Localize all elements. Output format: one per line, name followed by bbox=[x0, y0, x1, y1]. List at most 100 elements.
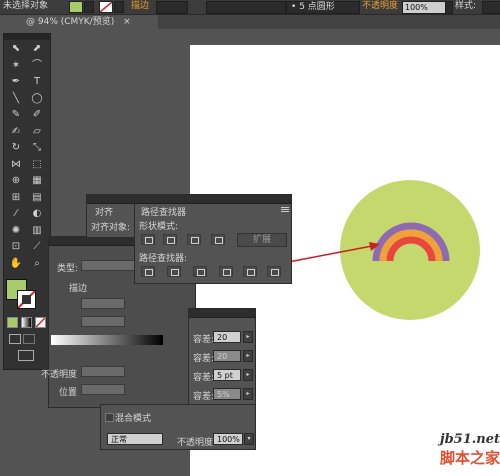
control-bar: 未选择对象 描边 • 5 点圆形 不透明度 100% 样式: bbox=[0, 0, 500, 15]
artboard-tool-icon[interactable]: ⊡ bbox=[8, 240, 24, 254]
no-stroke-icon bbox=[18, 291, 35, 308]
scale-tool-icon[interactable]: ⤡ bbox=[29, 141, 45, 155]
transparency-opacity-dropdown[interactable]: ▾ bbox=[244, 433, 254, 445]
draw-normal-icon[interactable] bbox=[9, 334, 21, 344]
panel-menu-icon[interactable] bbox=[281, 206, 289, 212]
screen-mode-icon[interactable] bbox=[18, 350, 34, 361]
zoom-tool-icon[interactable]: ⌕ bbox=[29, 257, 45, 271]
tolerance-dropdown[interactable]: ▸ bbox=[243, 350, 253, 362]
opacity-dropdown[interactable] bbox=[81, 366, 125, 377]
perspective-grid-tool-icon[interactable]: ▦ bbox=[29, 174, 45, 188]
gradient-tool-icon[interactable]: ▤ bbox=[29, 191, 45, 205]
tolerance-dropdown[interactable]: ▸ bbox=[243, 331, 253, 343]
tools-panel: ⬉ ⬈ ✶ ⌒ ✒ T ╲ ◯ ✎ ✐ ✍ ▱ ↻ ⤡ ⋈ ⬚ ⊕ ▦ ⊞ ▤ ⁄ ◐ ✺ ▥ ⊡ ⟋ ✋ ⌕ bbox=[3, 33, 51, 370]
variable-width-dropdown[interactable] bbox=[206, 1, 286, 14]
crop-button[interactable] bbox=[219, 266, 233, 277]
tolerance-field[interactable]: 20 bbox=[213, 331, 241, 343]
rotate-tool-icon[interactable]: ↻ bbox=[8, 141, 24, 155]
transparency-opacity-field[interactable]: 100% bbox=[213, 433, 243, 445]
magic-wand-tool-icon[interactable]: ✶ bbox=[8, 59, 24, 73]
stroke-field-1[interactable] bbox=[81, 298, 125, 309]
minus-back-button[interactable] bbox=[267, 266, 281, 277]
stroke-dropdown[interactable] bbox=[114, 1, 124, 13]
ellipse-tool-icon[interactable]: ◯ bbox=[29, 92, 45, 106]
pathfinder-tab[interactable]: 路径查找器 bbox=[141, 205, 186, 218]
shape-builder-tool-icon[interactable]: ⊕ bbox=[8, 174, 24, 188]
divide-button[interactable] bbox=[141, 266, 155, 277]
exclude-button[interactable] bbox=[211, 234, 225, 245]
brush-dropdown[interactable]: • 5 点圆形 bbox=[286, 1, 360, 14]
merge-button[interactable] bbox=[193, 266, 207, 277]
minus-front-button[interactable] bbox=[163, 234, 177, 245]
line-tool-icon[interactable]: ╲ bbox=[8, 92, 24, 106]
hand-tool-icon[interactable]: ✋ bbox=[8, 257, 24, 271]
tolerance-field[interactable]: 5% bbox=[213, 388, 241, 400]
direct-selection-tool-icon[interactable]: ⬈ bbox=[29, 42, 45, 56]
stroke-label[interactable]: 描边 bbox=[131, 0, 149, 12]
tolerance-field[interactable]: 20 bbox=[213, 350, 241, 362]
intersect-button[interactable] bbox=[187, 234, 201, 245]
tolerance-dropdown[interactable]: ▸ bbox=[243, 388, 253, 400]
pathfinder-panel-header[interactable] bbox=[135, 195, 291, 204]
fill-dropdown[interactable] bbox=[84, 1, 94, 13]
trim-button[interactable] bbox=[167, 266, 181, 277]
blend-mode-value: 正常 bbox=[111, 435, 127, 444]
blend-mode-dropdown[interactable]: 正常 bbox=[107, 433, 163, 445]
color-mode-icon[interactable] bbox=[7, 317, 18, 328]
eyedropper-tool-icon[interactable]: ⁄ bbox=[8, 207, 24, 221]
stroke-swatch[interactable] bbox=[99, 1, 113, 13]
type-tool-icon[interactable]: T bbox=[29, 75, 45, 89]
symbol-sprayer-tool-icon[interactable]: ✺ bbox=[8, 224, 24, 238]
watermark-name: 脚本之家 bbox=[439, 449, 500, 467]
tools-panel-header[interactable] bbox=[4, 34, 50, 40]
stroke-label: 描边 bbox=[69, 284, 88, 294]
mesh-tool-icon[interactable]: ⊞ bbox=[8, 191, 24, 205]
lasso-tool-icon[interactable]: ⌒ bbox=[29, 59, 45, 73]
opacity-label[interactable]: 不透明度 bbox=[362, 0, 398, 12]
transparency-panel: 混合模式 正常 不透明度: 100% ▾ bbox=[100, 404, 256, 450]
none-mode-icon[interactable] bbox=[35, 317, 46, 328]
tolerance-label: 容差: bbox=[193, 373, 215, 383]
width-tool-icon[interactable]: ⋈ bbox=[8, 158, 24, 172]
pencil-tool-icon[interactable]: ✐ bbox=[29, 108, 45, 122]
tolerance-panel-header[interactable] bbox=[189, 309, 255, 318]
close-tab-icon[interactable]: × bbox=[123, 17, 131, 27]
blend-checkbox[interactable] bbox=[105, 413, 114, 422]
brush-value: 5 点圆形 bbox=[299, 2, 335, 12]
stroke-field-2[interactable] bbox=[81, 316, 125, 327]
tolerance-label: 容差: bbox=[193, 335, 215, 345]
gradient-mode-icon[interactable] bbox=[21, 317, 32, 328]
column-graph-tool-icon[interactable]: ▥ bbox=[29, 224, 45, 238]
draw-behind-icon[interactable] bbox=[23, 334, 35, 344]
style-dropdown[interactable] bbox=[482, 1, 500, 14]
outline-button[interactable] bbox=[243, 266, 257, 277]
position-dropdown[interactable] bbox=[81, 384, 125, 395]
document-tab[interactable]: @ 94% (CMYK/预览) × bbox=[18, 15, 158, 29]
align-to-label: 对齐对象: bbox=[91, 223, 131, 233]
position-label: 位置 bbox=[59, 388, 78, 398]
expand-button[interactable]: 扩展 bbox=[237, 233, 287, 247]
selection-tool-icon[interactable]: ⬉ bbox=[8, 42, 24, 56]
paintbrush-tool-icon[interactable]: ✎ bbox=[8, 108, 24, 122]
no-stroke-icon bbox=[100, 2, 112, 12]
opacity-field[interactable]: 100% bbox=[402, 1, 446, 14]
pen-tool-icon[interactable]: ✒ bbox=[8, 75, 24, 89]
shape-modes-label: 形状模式: bbox=[139, 222, 179, 232]
transparency-opacity-label: 不透明度: bbox=[177, 438, 217, 448]
blob-brush-tool-icon[interactable]: ✍ bbox=[8, 125, 24, 139]
align-tab[interactable]: 对齐 bbox=[95, 205, 113, 218]
free-transform-tool-icon[interactable]: ⬚ bbox=[29, 158, 45, 172]
slice-tool-icon[interactable]: ⟋ bbox=[29, 240, 45, 254]
blend-tool-icon[interactable]: ◐ bbox=[29, 207, 45, 221]
tolerance-label: 容差: bbox=[193, 354, 215, 364]
stroke-color[interactable] bbox=[17, 290, 36, 309]
tolerance-field[interactable]: 5 pt bbox=[213, 369, 241, 381]
opacity-dropdown[interactable] bbox=[445, 1, 453, 14]
gradient-slider[interactable] bbox=[51, 335, 163, 345]
watermark: jb51.net 脚本之家 bbox=[418, 432, 500, 476]
stroke-weight-field[interactable] bbox=[156, 1, 188, 14]
unite-button[interactable] bbox=[141, 234, 155, 245]
tolerance-dropdown[interactable]: ▸ bbox=[243, 369, 253, 381]
fill-swatch[interactable] bbox=[69, 1, 83, 13]
eraser-tool-icon[interactable]: ▱ bbox=[29, 125, 45, 139]
